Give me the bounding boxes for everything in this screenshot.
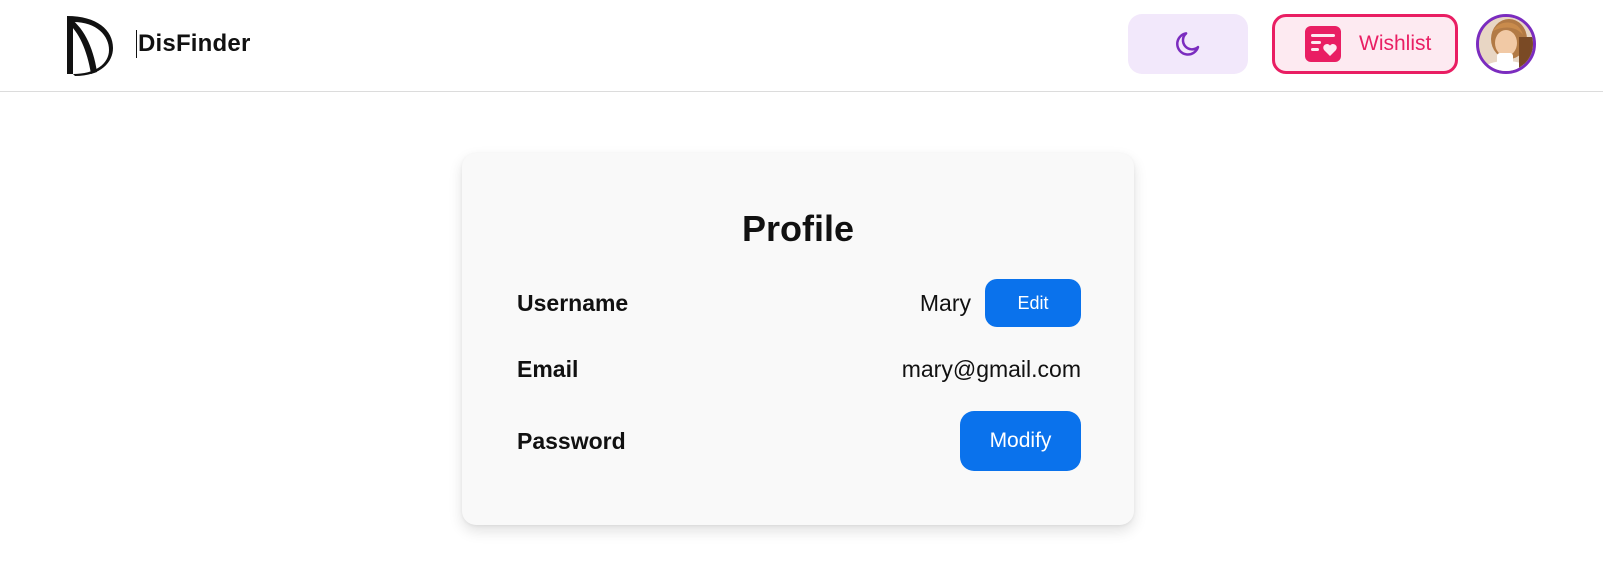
profile-title: Profile — [741, 208, 855, 249]
modify-password-button[interactable]: Modify — [960, 411, 1081, 471]
password-label: Password — [517, 428, 626, 454]
email-label: Email — [517, 356, 579, 382]
disfinder-logo-icon[interactable] — [63, 12, 115, 76]
username-value: Mary — [919, 290, 971, 316]
wishlist-label: Wishlist — [1359, 32, 1432, 55]
wishlist-button[interactable]: Wishlist — [1272, 14, 1458, 74]
edit-username-button[interactable]: Edit — [985, 279, 1081, 327]
user-avatar[interactable] — [1476, 14, 1536, 74]
email-value: mary@gmail.com — [901, 356, 1081, 382]
top-header: DisFinder Wishlist — [0, 0, 1603, 92]
avatar-image — [1479, 17, 1533, 71]
wishlist-heart-icon — [1305, 26, 1341, 62]
username-label: Username — [517, 290, 629, 316]
brand-name[interactable]: DisFinder — [136, 30, 250, 58]
theme-toggle-button[interactable] — [1128, 14, 1248, 74]
profile-card: Profile Username Mary Edit Email mary@gm… — [462, 153, 1134, 525]
moon-icon — [1176, 32, 1200, 56]
